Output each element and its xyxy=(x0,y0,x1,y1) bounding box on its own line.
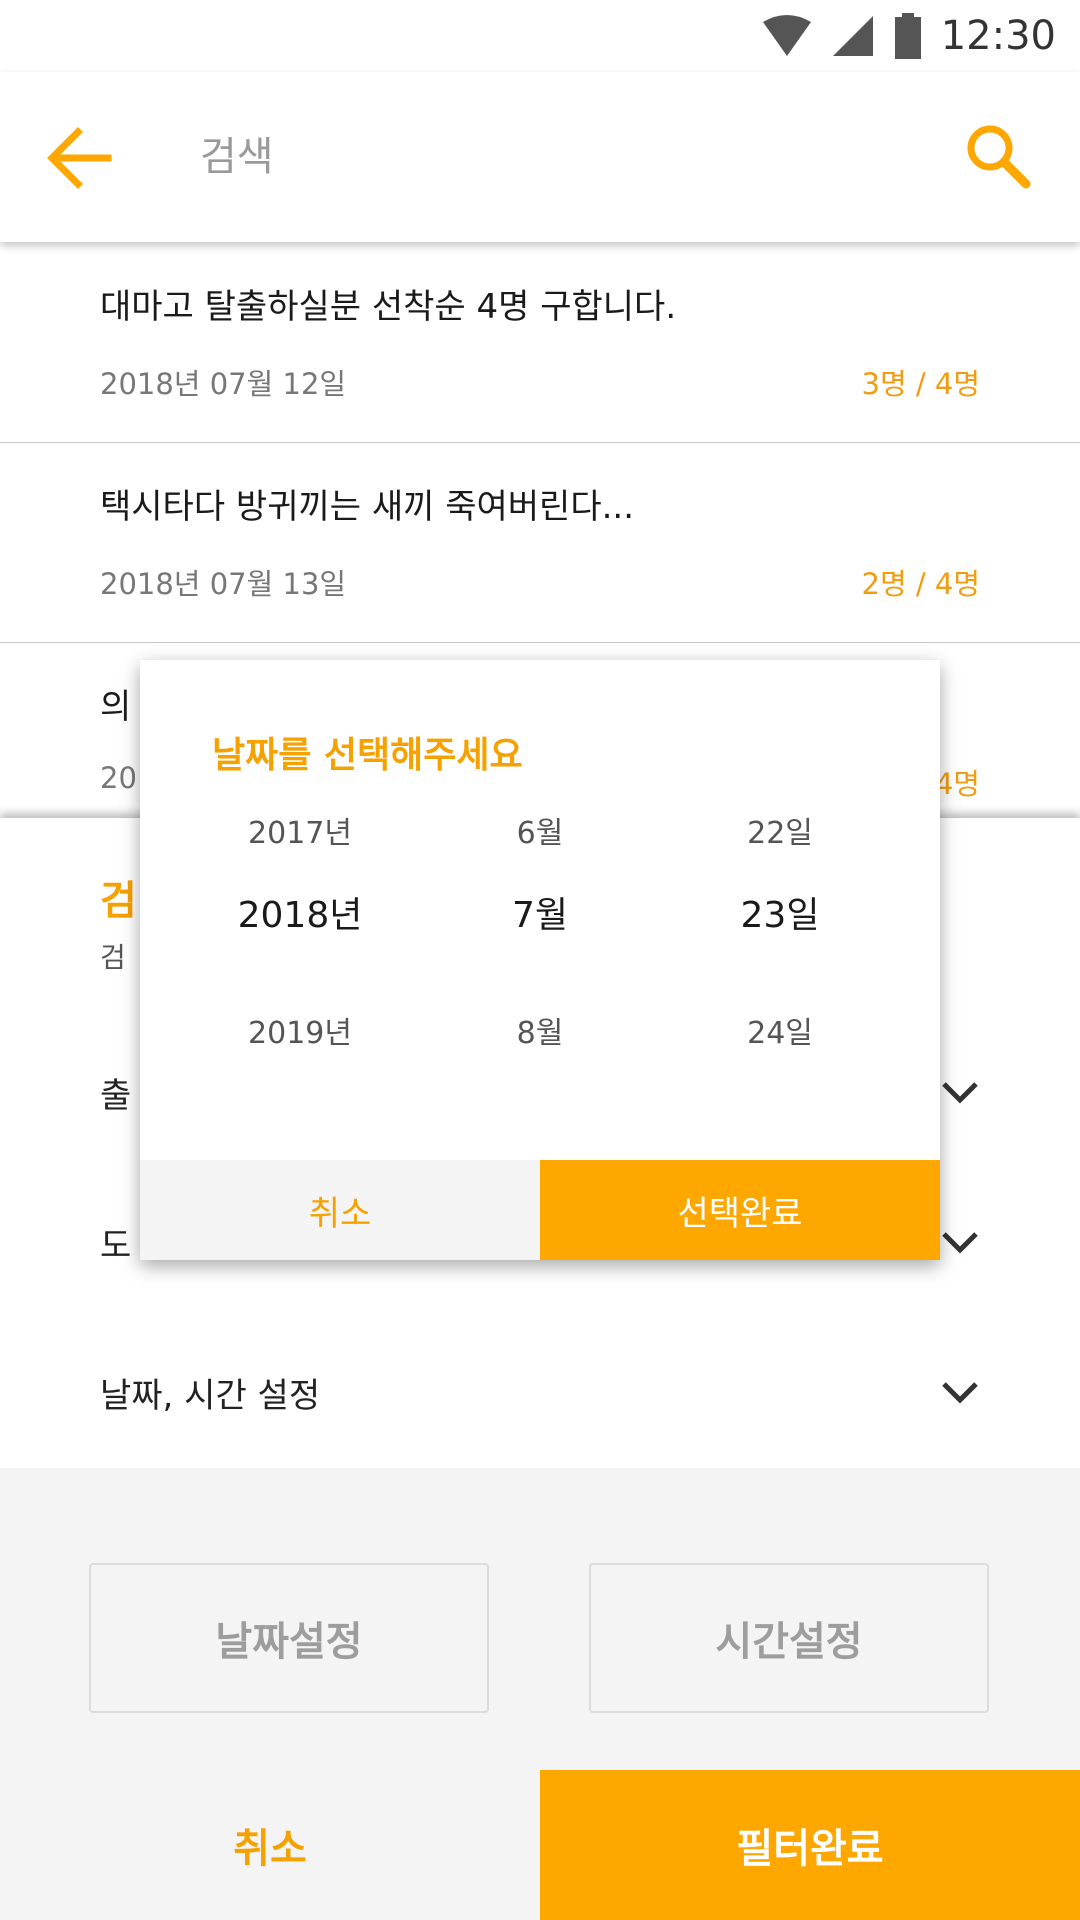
month-option[interactable]: 8월 xyxy=(420,1008,660,1052)
year-option[interactable]: 2019년 xyxy=(180,1008,420,1052)
result-title: 의 xyxy=(100,687,132,727)
day-picker[interactable]: 22일 23일 24일 xyxy=(660,800,900,1100)
filter-done-button[interactable]: 필터완료 xyxy=(540,1770,1080,1920)
month-option-selected[interactable]: 7월 xyxy=(420,886,660,938)
wifi-icon xyxy=(762,15,811,56)
status-bar: 12:30 xyxy=(0,0,1080,72)
status-icons: 12:30 xyxy=(761,10,1056,62)
month-picker[interactable]: 6월 7월 8월 xyxy=(420,800,660,1100)
result-title: 대마고 탈출하실분 선착순 4명 구합니다. xyxy=(100,287,677,327)
filter-row-label: 날짜, 시간 설정 xyxy=(100,1376,321,1416)
datetime-filter-row[interactable]: 날짜, 시간 설정 xyxy=(100,1358,980,1428)
day-option[interactable]: 24일 xyxy=(660,1008,900,1052)
list-item[interactable]: 대마고 탈출하실분 선착순 4명 구합니다. 2018년 07월 12일 3명 … xyxy=(0,243,1080,444)
filter-cancel-button[interactable]: 취소 xyxy=(0,1770,540,1920)
date-picker-dialog: 날짜를 선택해주세요 2017년 2018년 2019년 6월 7월 8월 22… xyxy=(140,660,940,1260)
dialog-confirm-button[interactable]: 선택완료 xyxy=(540,1160,940,1260)
search-input[interactable] xyxy=(200,127,900,187)
result-title: 택시타다 방귀끼는 새끼 죽여버린다... xyxy=(100,487,635,527)
month-option[interactable]: 6월 xyxy=(420,808,660,852)
year-option-selected[interactable]: 2018년 xyxy=(180,886,420,938)
result-date: 2018년 07월 12일 xyxy=(100,367,347,401)
result-member-count: 3명 / 4명 xyxy=(861,367,980,401)
clock: 12:30 xyxy=(940,13,1056,59)
dialog-title: 날짜를 선택해주세요 xyxy=(212,735,523,776)
chevron-down-icon xyxy=(942,1082,978,1104)
cell-signal-icon xyxy=(832,16,873,56)
search-app-bar xyxy=(0,72,1080,242)
back-arrow-icon[interactable] xyxy=(44,122,116,194)
list-item[interactable]: 택시타다 방귀끼는 새끼 죽여버린다... 2018년 07월 13일 2명 /… xyxy=(0,443,1080,644)
year-option[interactable]: 2017년 xyxy=(180,808,420,852)
filter-sheet-title: 검 xyxy=(100,878,137,924)
battery-icon xyxy=(894,13,921,59)
day-option[interactable]: 22일 xyxy=(660,808,900,852)
chevron-down-icon xyxy=(942,1382,978,1404)
search-icon[interactable] xyxy=(962,120,1034,192)
filter-row-label: 도 xyxy=(100,1226,132,1266)
result-member-count: 4명 xyxy=(934,767,980,801)
filter-row-label: 출 xyxy=(100,1076,132,1116)
result-date: 20 xyxy=(100,761,137,795)
time-setting-button[interactable]: 시간설정 xyxy=(589,1563,989,1713)
day-option-selected[interactable]: 23일 xyxy=(660,886,900,938)
year-picker[interactable]: 2017년 2018년 2019년 xyxy=(180,800,420,1100)
date-setting-button[interactable]: 날짜설정 xyxy=(89,1563,489,1713)
filter-sheet-subtitle: 검 xyxy=(100,941,126,974)
chevron-down-icon xyxy=(942,1232,978,1254)
dialog-cancel-button[interactable]: 취소 xyxy=(140,1160,540,1260)
result-date: 2018년 07월 13일 xyxy=(100,567,347,601)
result-member-count: 2명 / 4명 xyxy=(861,567,980,601)
